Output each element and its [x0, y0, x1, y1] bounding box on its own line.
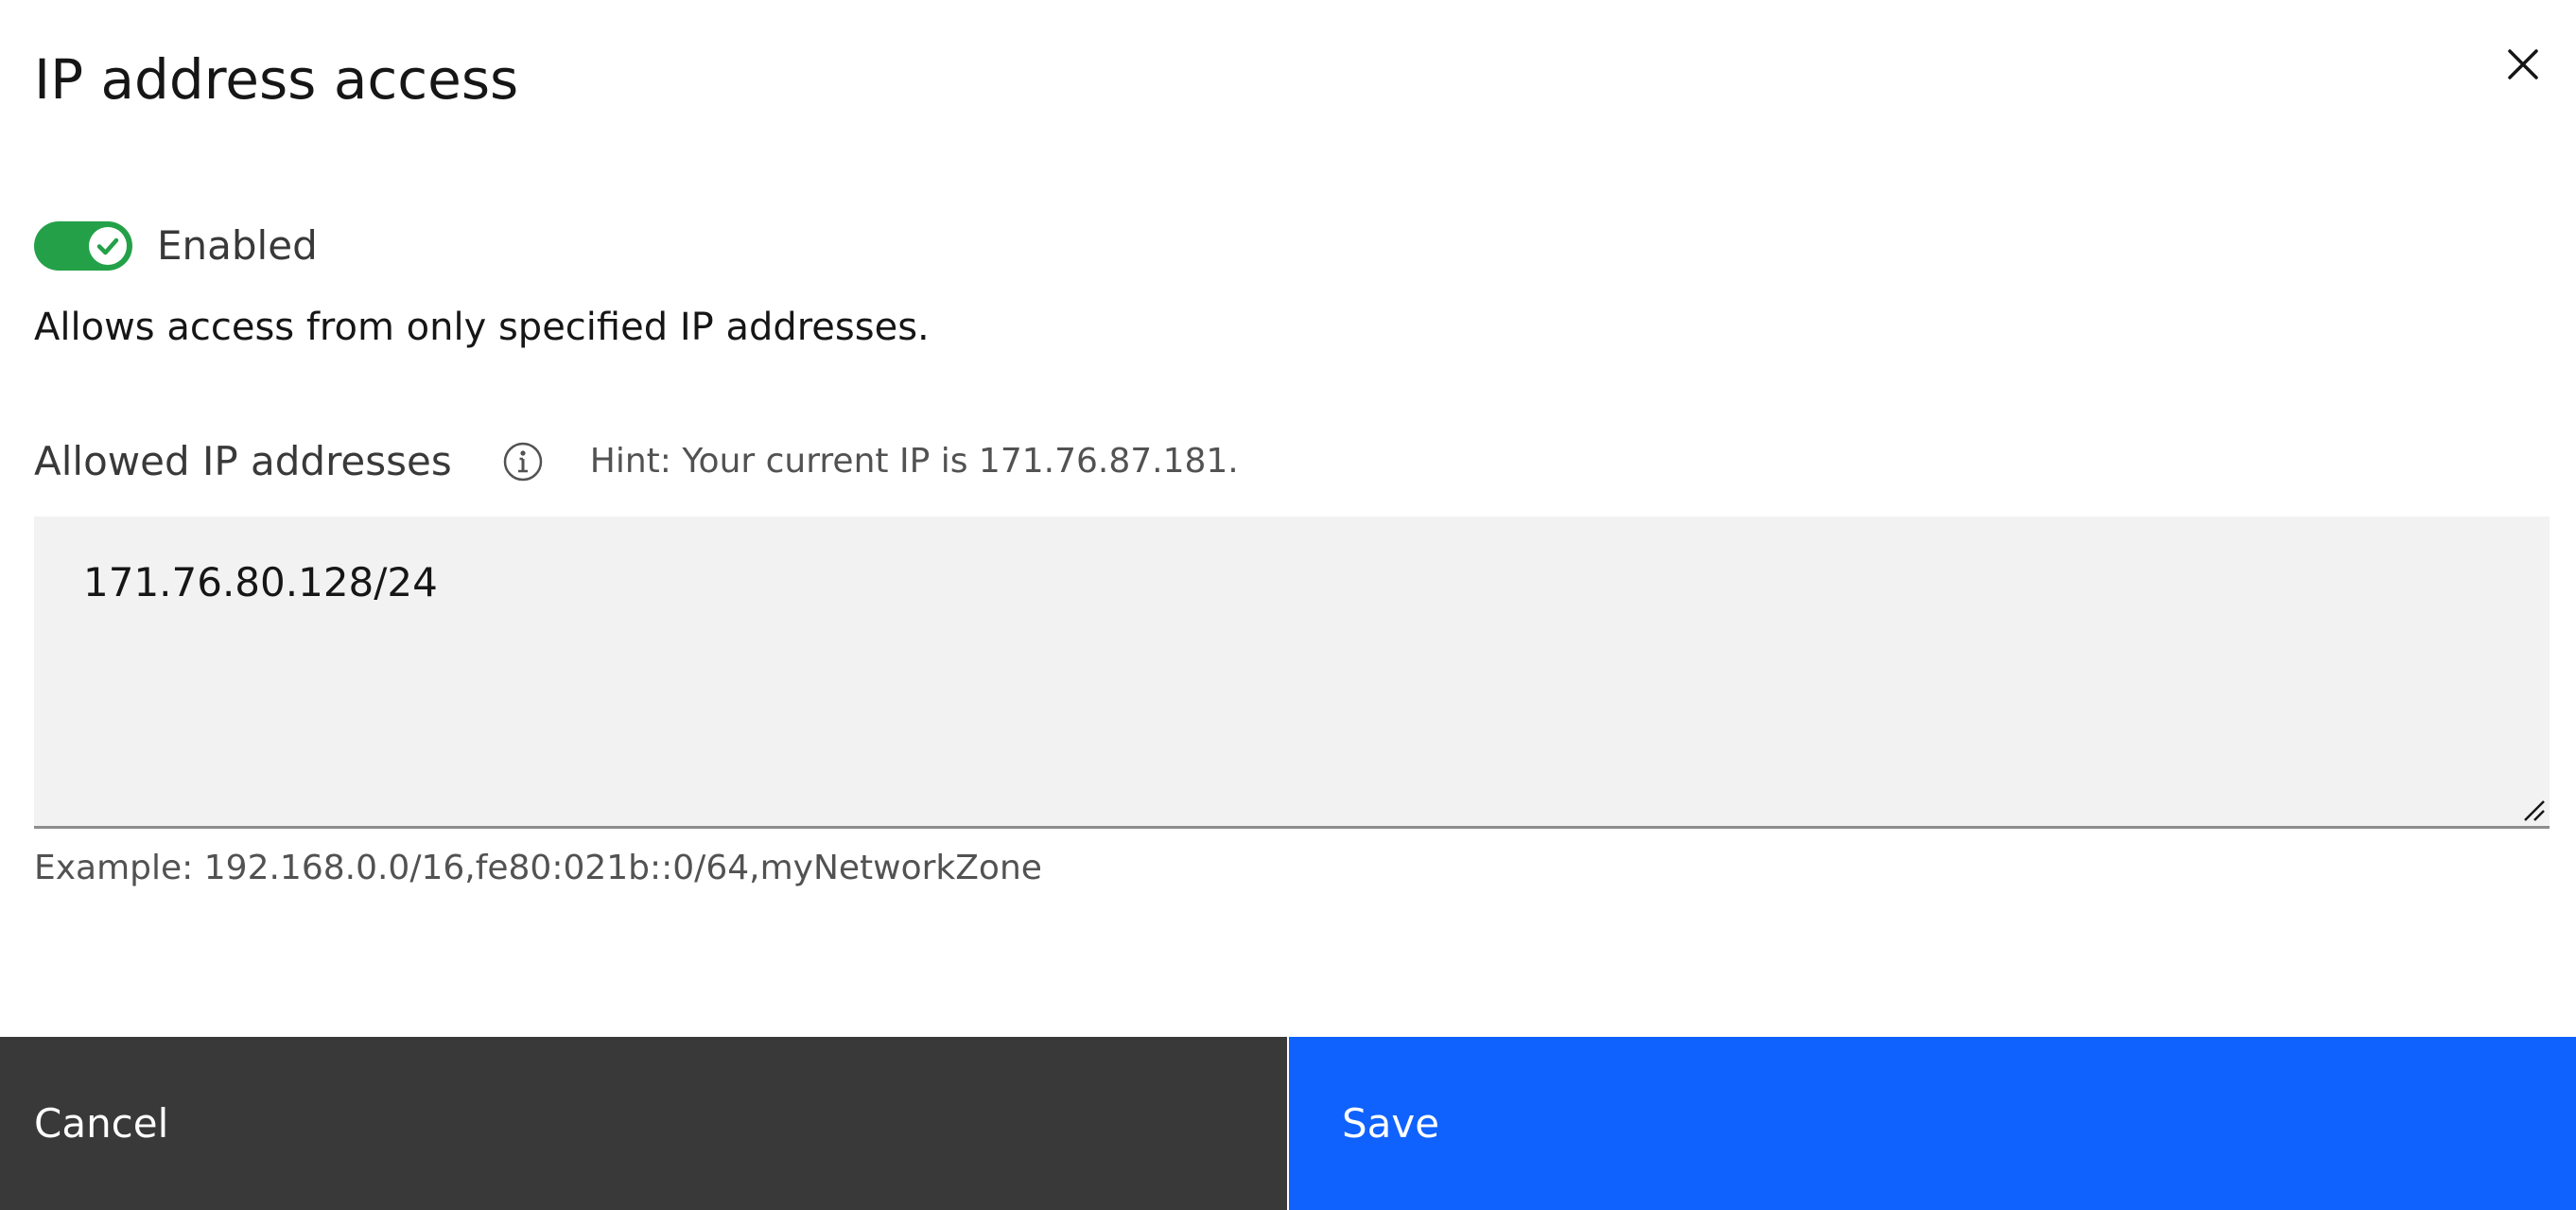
save-button[interactable]: Save	[1289, 1037, 2576, 1210]
modal-title: IP address access	[34, 47, 519, 112]
checkmark-icon	[91, 229, 125, 263]
resize-handle-icon[interactable]	[2517, 794, 2546, 822]
close-button[interactable]	[2493, 34, 2553, 95]
enabled-toggle[interactable]	[34, 221, 132, 271]
current-ip-hint: Hint: Your current IP is 171.76.87.181.	[589, 442, 1239, 481]
allowed-ip-textarea-wrapper	[34, 517, 2550, 829]
modal-footer: Cancel Save	[0, 1037, 2576, 1210]
cancel-button[interactable]: Cancel	[0, 1037, 1287, 1210]
toggle-label: Enabled	[157, 222, 318, 269]
info-icon-glyph	[503, 442, 543, 482]
description-text: Allows access from only specified IP add…	[34, 306, 930, 349]
ip-access-modal: IP address access Enabled Allows access …	[0, 0, 2576, 1210]
info-icon[interactable]	[501, 440, 545, 483]
helper-text: Example: 192.168.0.0/16,fe80:021b::0/64,…	[34, 849, 1042, 887]
allowed-ip-textarea[interactable]	[34, 517, 2550, 826]
enabled-toggle-row: Enabled	[34, 219, 318, 272]
close-icon	[2508, 49, 2538, 79]
field-label-row: Allowed IP addresses Hint: Your current …	[34, 433, 1239, 490]
toggle-knob	[89, 227, 127, 265]
allowed-ip-label: Allowed IP addresses	[34, 438, 452, 484]
